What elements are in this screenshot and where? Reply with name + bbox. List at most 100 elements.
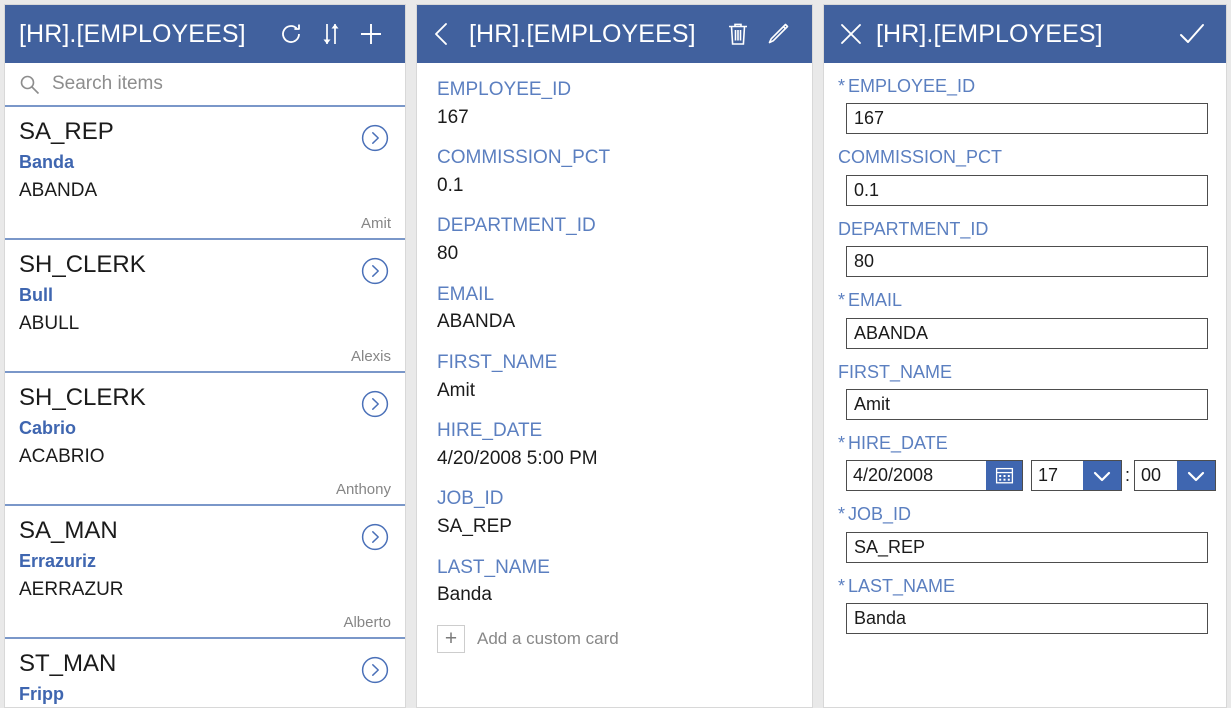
employee-id-input[interactable] <box>846 103 1208 135</box>
hour-select[interactable] <box>1031 460 1122 492</box>
edit-icon[interactable] <box>758 14 798 54</box>
refresh-icon[interactable] <box>271 14 311 54</box>
field-value: 0.1 <box>437 174 464 196</box>
edit-field-department-id: DEPARTMENT_ID <box>838 218 1208 278</box>
list-item-job: ST_MAN <box>19 650 117 677</box>
chevron-right-icon[interactable] <box>361 124 389 152</box>
field-label: HIRE_DATE <box>437 420 543 442</box>
employee-list: SA_REP Banda ABANDA Amit SH_CLERK Bull A… <box>5 107 405 707</box>
chevron-down-icon[interactable] <box>1177 461 1216 491</box>
edit-field-first-name: FIRST_NAME <box>838 361 1208 420</box>
field-label-text: JOB_ID <box>848 504 912 525</box>
edit-panel: [HR].[EMPLOYEES] *EMPLOYEE_ID COMMISSION… <box>823 4 1227 708</box>
field-label: * HIRE_DATE <box>838 432 1208 455</box>
field-value: 4/20/2008 5:00 PM <box>437 447 598 469</box>
field-label: * EMAIL <box>838 289 1208 312</box>
required-marker: * <box>838 290 846 311</box>
list-item-first-name: Alexis <box>350 348 391 365</box>
last-name-input[interactable] <box>846 603 1208 635</box>
date-picker[interactable] <box>846 460 1023 492</box>
list-item-job: SH_CLERK <box>19 384 146 411</box>
chevron-down-icon[interactable] <box>1083 461 1121 491</box>
department-id-input[interactable] <box>846 246 1208 278</box>
list-item-last-name: Fripp <box>19 684 64 704</box>
chevron-right-icon[interactable] <box>361 390 389 418</box>
job-id-input[interactable] <box>846 531 1208 563</box>
field-label: * JOB_ID <box>838 503 1208 526</box>
list-item[interactable]: SA_REP Banda ABANDA Amit <box>5 107 405 240</box>
detail-field: FIRST_NAME Amit <box>437 350 792 404</box>
field-label-text: DEPARTMENT_ID <box>838 218 989 239</box>
search-input[interactable] <box>52 73 405 95</box>
field-value: Amit <box>437 379 475 401</box>
list-item-first-name: Alberto <box>343 614 391 631</box>
detail-field: LAST_NAME Banda <box>437 555 792 609</box>
hour-input[interactable] <box>1032 461 1083 491</box>
list-item[interactable]: SA_MAN Errazuriz AERRAZUR Alberto <box>5 506 405 639</box>
email-input[interactable] <box>846 317 1208 349</box>
detail-field: DEPARTMENT_ID 80 <box>437 213 792 267</box>
list-panel: [HR].[EMPLOYEES] Search items SA_REP Ban… <box>4 4 406 708</box>
field-label-text: EMAIL <box>848 290 903 311</box>
detail-field: COMMISSION_PCT 0.1 <box>437 145 792 199</box>
field-label: * EMPLOYEE_ID <box>838 75 1208 98</box>
field-label: FIRST_NAME <box>838 361 1208 384</box>
detail-field: HIRE_DATE 4/20/2008 5:00 PM <box>437 418 792 472</box>
back-icon[interactable] <box>431 14 465 54</box>
commission-pct-input[interactable] <box>846 174 1208 206</box>
list-item-email: ACABRIO <box>19 446 105 467</box>
field-label-text: HIRE_DATE <box>848 432 948 453</box>
edit-field-email: * EMAIL <box>838 289 1208 349</box>
detail-panel-header: [HR].[EMPLOYEES] <box>417 5 812 63</box>
add-custom-card-row[interactable]: + Add a custom card <box>437 624 792 653</box>
list-item-last-name: Banda <box>19 152 75 172</box>
detail-field: JOB_ID SA_REP <box>437 486 792 540</box>
add-icon[interactable] <box>351 14 391 54</box>
list-panel-title: [HR].[EMPLOYEES] <box>19 19 246 48</box>
field-label-text: COMMISSION_PCT <box>838 147 1003 168</box>
field-label: FIRST_NAME <box>437 351 558 373</box>
edit-panel-header: [HR].[EMPLOYEES] <box>824 5 1226 63</box>
list-item-last-name: Bull <box>19 285 53 305</box>
add-custom-card-label: Add a custom card <box>477 628 619 648</box>
calendar-icon[interactable] <box>986 461 1022 491</box>
list-item-email: ABANDA <box>19 180 98 201</box>
list-item[interactable]: SH_CLERK Bull ABULL Alexis <box>5 240 405 373</box>
field-label: DEPARTMENT_ID <box>437 215 596 237</box>
field-label-text: EMPLOYEE_ID <box>848 76 976 96</box>
check-icon[interactable] <box>1172 14 1212 54</box>
edit-field-last-name: * LAST_NAME <box>838 575 1208 635</box>
search-row[interactable] <box>5 63 405 107</box>
list-item[interactable]: SH_CLERK Cabrio ACABRIO Anthony <box>5 373 405 506</box>
detail-panel: [HR].[EMPLOYEES] EMPLOYEE_ID 167 COMMISS… <box>416 4 813 708</box>
close-icon[interactable] <box>838 14 872 54</box>
first-name-input[interactable] <box>846 388 1208 420</box>
field-value: 80 <box>437 243 459 265</box>
required-marker: * <box>838 575 846 596</box>
field-label: DEPARTMENT_ID <box>838 218 1208 241</box>
minute-select[interactable] <box>1134 460 1217 492</box>
plus-icon[interactable]: + <box>437 624 465 653</box>
chevron-right-icon[interactable] <box>361 257 389 285</box>
delete-icon[interactable] <box>718 14 758 54</box>
field-label-text: FIRST_NAME <box>838 361 953 382</box>
list-item-last-name: Cabrio <box>19 418 77 438</box>
list-item-first-name: Amit <box>361 215 391 232</box>
list-item[interactable]: ST_MAN Fripp <box>5 639 405 707</box>
chevron-right-icon[interactable] <box>361 656 389 684</box>
edit-field-hire-date: * HIRE_DATE 4/20/2008 17: 00 <box>838 432 1217 492</box>
minute-input[interactable] <box>1135 461 1178 491</box>
field-label-text: LAST_NAME <box>848 575 956 596</box>
field-value: Banda <box>437 584 492 606</box>
detail-fields: EMPLOYEE_ID 167 COMMISSION_PCT 0.1 DEPAR… <box>417 63 812 707</box>
field-label: COMMISSION_PCT <box>437 147 611 169</box>
app-root: [HR].[EMPLOYEES] Search items SA_REP Ban… <box>0 0 1231 708</box>
list-item-job: SA_REP <box>19 118 114 145</box>
field-value: SA_REP <box>437 516 512 538</box>
detail-field: EMAIL ABANDA <box>437 282 792 336</box>
sort-icon[interactable] <box>311 14 351 54</box>
chevron-right-icon[interactable] <box>361 523 389 551</box>
hire-date-row: : <box>846 460 1217 492</box>
field-value: 167 <box>437 106 469 128</box>
date-input[interactable] <box>847 461 986 491</box>
